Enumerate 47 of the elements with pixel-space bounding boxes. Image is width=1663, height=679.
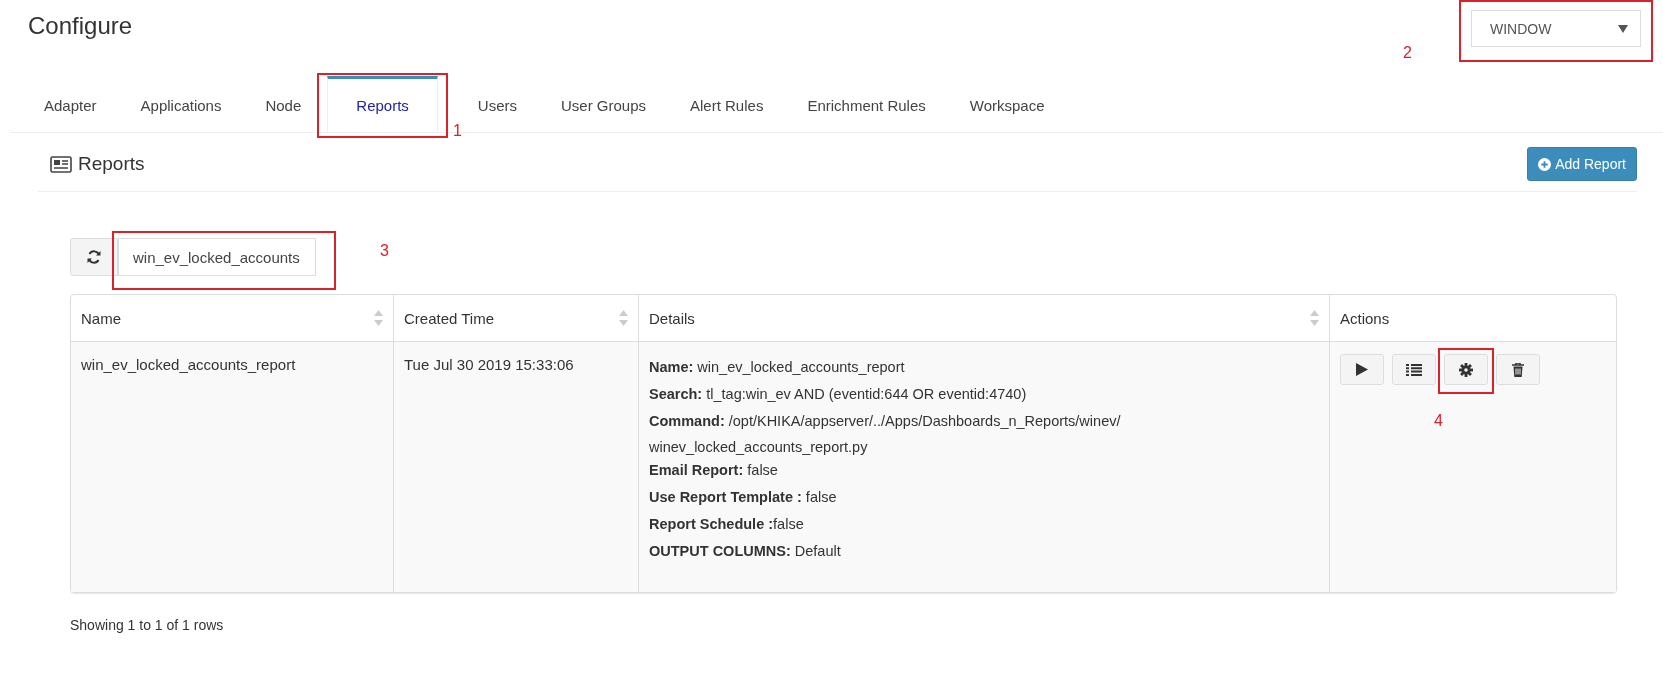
refresh-icon (87, 250, 101, 264)
settings-icon (1459, 362, 1473, 377)
caret-icon (1618, 24, 1628, 33)
list-button[interactable] (1392, 354, 1436, 385)
tab[interactable]: Enrichment Rules (789, 76, 944, 132)
table-cell: Tue Jul 30 2019 15:33:06 (404, 356, 574, 373)
tab[interactable]: Applications (122, 76, 240, 132)
tab[interactable]: Adapter (26, 76, 115, 132)
tab[interactable]: Reports (327, 76, 438, 132)
refresh-button[interactable] (70, 238, 118, 276)
annotation-box (1438, 348, 1494, 394)
table-cell: win_ev_locked_accounts_report (81, 356, 296, 373)
pagination-info: Showing 1 to 1 of 1 rows (70, 617, 225, 633)
annotation-number: 3 (380, 242, 389, 260)
detail-line: Use Report Template : false (649, 488, 837, 507)
tab[interactable]: User Groups (543, 76, 665, 132)
newspaper-icon (50, 155, 72, 173)
tab[interactable]: Users (459, 76, 535, 132)
detail-line: Search: tl_tag:win_ev AND (eventid:644 OR eventid:4740) (649, 385, 1027, 404)
column-header: Created Time (404, 309, 495, 327)
plus-circle-icon (1538, 157, 1552, 171)
tab[interactable]: Workspace (951, 76, 1063, 132)
tab[interactable]: Alert Rules (672, 76, 782, 132)
settings-button[interactable] (1444, 354, 1488, 385)
detail-line: OUTPUT COLUMNS: Default (649, 542, 841, 561)
column-header: Details (649, 309, 695, 327)
section-title: Reports (78, 153, 145, 175)
search-field[interactable]: win_ev_locked_accounts (118, 238, 316, 276)
detail-line: Command: /opt/KHIKA/appserver/../Apps/Dashboards_n_Reports/winev/ (649, 412, 1121, 431)
column-header: Actions (1340, 309, 1390, 327)
detail-line: Report Schedule :false (649, 515, 804, 534)
detail-line: Email Report: false (649, 461, 778, 480)
annotation-number: 4 (1434, 412, 1443, 430)
add-report-button[interactable]: Add Report (1527, 147, 1637, 181)
detail-line: winev_locked_accounts_report.py (649, 438, 868, 457)
annotation-number: 1 (452, 122, 462, 140)
tab[interactable]: Node (247, 76, 320, 132)
play-icon (1356, 363, 1368, 376)
scope-dropdown[interactable]: WINDOW (1471, 10, 1641, 47)
annotation-number: 2 (1403, 44, 1412, 62)
list-icon (1406, 363, 1422, 376)
page-title: Configure (28, 11, 133, 40)
run-button[interactable] (1340, 354, 1384, 385)
detail-line: Name: win_ev_locked_accounts_report (649, 358, 905, 377)
delete-button[interactable] (1496, 354, 1540, 385)
trash-icon (1512, 362, 1524, 377)
column-header: Name (81, 309, 121, 327)
